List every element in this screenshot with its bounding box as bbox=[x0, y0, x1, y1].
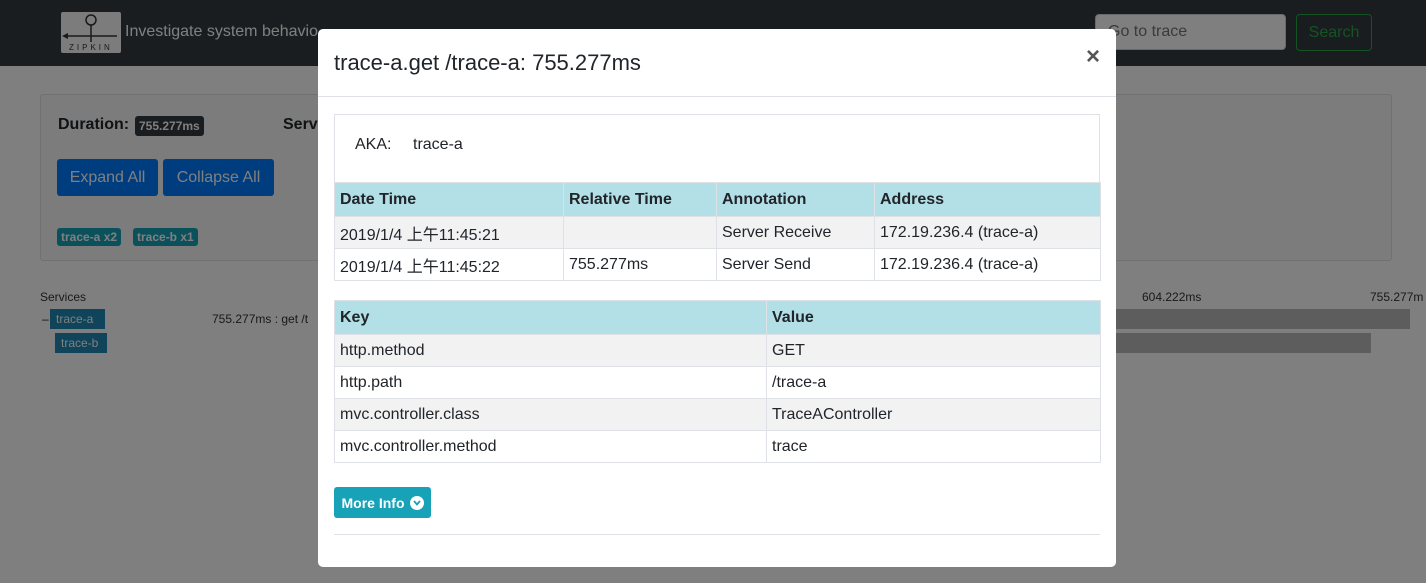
column-header: Relative Time bbox=[563, 182, 717, 217]
table-row: mvc.controller.class TraceAController bbox=[334, 398, 1101, 431]
table-cell: 2019/1/4 上午11:45:22 bbox=[334, 248, 564, 281]
column-header: Annotation bbox=[716, 182, 875, 217]
column-header: Key bbox=[334, 300, 767, 335]
more-info-button[interactable]: More Info bbox=[334, 487, 431, 518]
aka-label: AKA: bbox=[355, 136, 392, 153]
table-header-row: Date Time Relative Time Annotation Addre… bbox=[334, 182, 1101, 217]
chevron-circle-down-icon bbox=[409, 495, 424, 510]
table-cell: http.path bbox=[334, 366, 767, 399]
table-cell: TraceAController bbox=[766, 398, 1101, 431]
table-row: http.path /trace-a bbox=[334, 366, 1101, 399]
table-cell: /trace-a bbox=[766, 366, 1101, 399]
table-cell: Server Receive bbox=[716, 216, 875, 249]
more-info-label: More Info bbox=[341, 494, 405, 511]
annotations-table: Date Time Relative Time Annotation Addre… bbox=[334, 182, 1101, 281]
table-cell: 755.277ms bbox=[563, 248, 717, 281]
table-cell bbox=[563, 216, 717, 249]
span-detail-modal: trace-a.get /trace-a: 755.277ms × AKA: t… bbox=[318, 29, 1116, 567]
tags-table: Key Value http.method GET http.path /tra… bbox=[334, 300, 1101, 463]
close-button[interactable]: × bbox=[1086, 45, 1100, 69]
table-cell: mvc.controller.method bbox=[334, 430, 767, 463]
table-cell: trace bbox=[766, 430, 1101, 463]
table-cell: mvc.controller.class bbox=[334, 398, 767, 431]
divider bbox=[334, 534, 1100, 535]
table-row: http.method GET bbox=[334, 334, 1101, 367]
table-row: 2019/1/4 上午11:45:22 755.277ms Server Sen… bbox=[334, 248, 1101, 281]
column-header: Date Time bbox=[334, 182, 564, 217]
table-row: mvc.controller.method trace bbox=[334, 430, 1101, 463]
column-header: Value bbox=[766, 300, 1101, 335]
table-row: 2019/1/4 上午11:45:21 Server Receive 172.1… bbox=[334, 216, 1101, 249]
table-cell: 172.19.236.4 (trace-a) bbox=[874, 248, 1101, 281]
column-header: Address bbox=[874, 182, 1101, 217]
table-cell: 2019/1/4 上午11:45:21 bbox=[334, 216, 564, 249]
modal-header: trace-a.get /trace-a: 755.277ms × bbox=[318, 29, 1116, 97]
table-header-row: Key Value bbox=[334, 300, 1101, 335]
aka-section: AKA: trace-a bbox=[334, 114, 1100, 182]
modal-title: trace-a.get /trace-a: 755.277ms bbox=[334, 50, 641, 75]
table-cell: http.method bbox=[334, 334, 767, 367]
table-cell: 172.19.236.4 (trace-a) bbox=[874, 216, 1101, 249]
table-cell: Server Send bbox=[716, 248, 875, 281]
table-cell: GET bbox=[766, 334, 1101, 367]
aka-value: trace-a bbox=[413, 136, 463, 153]
